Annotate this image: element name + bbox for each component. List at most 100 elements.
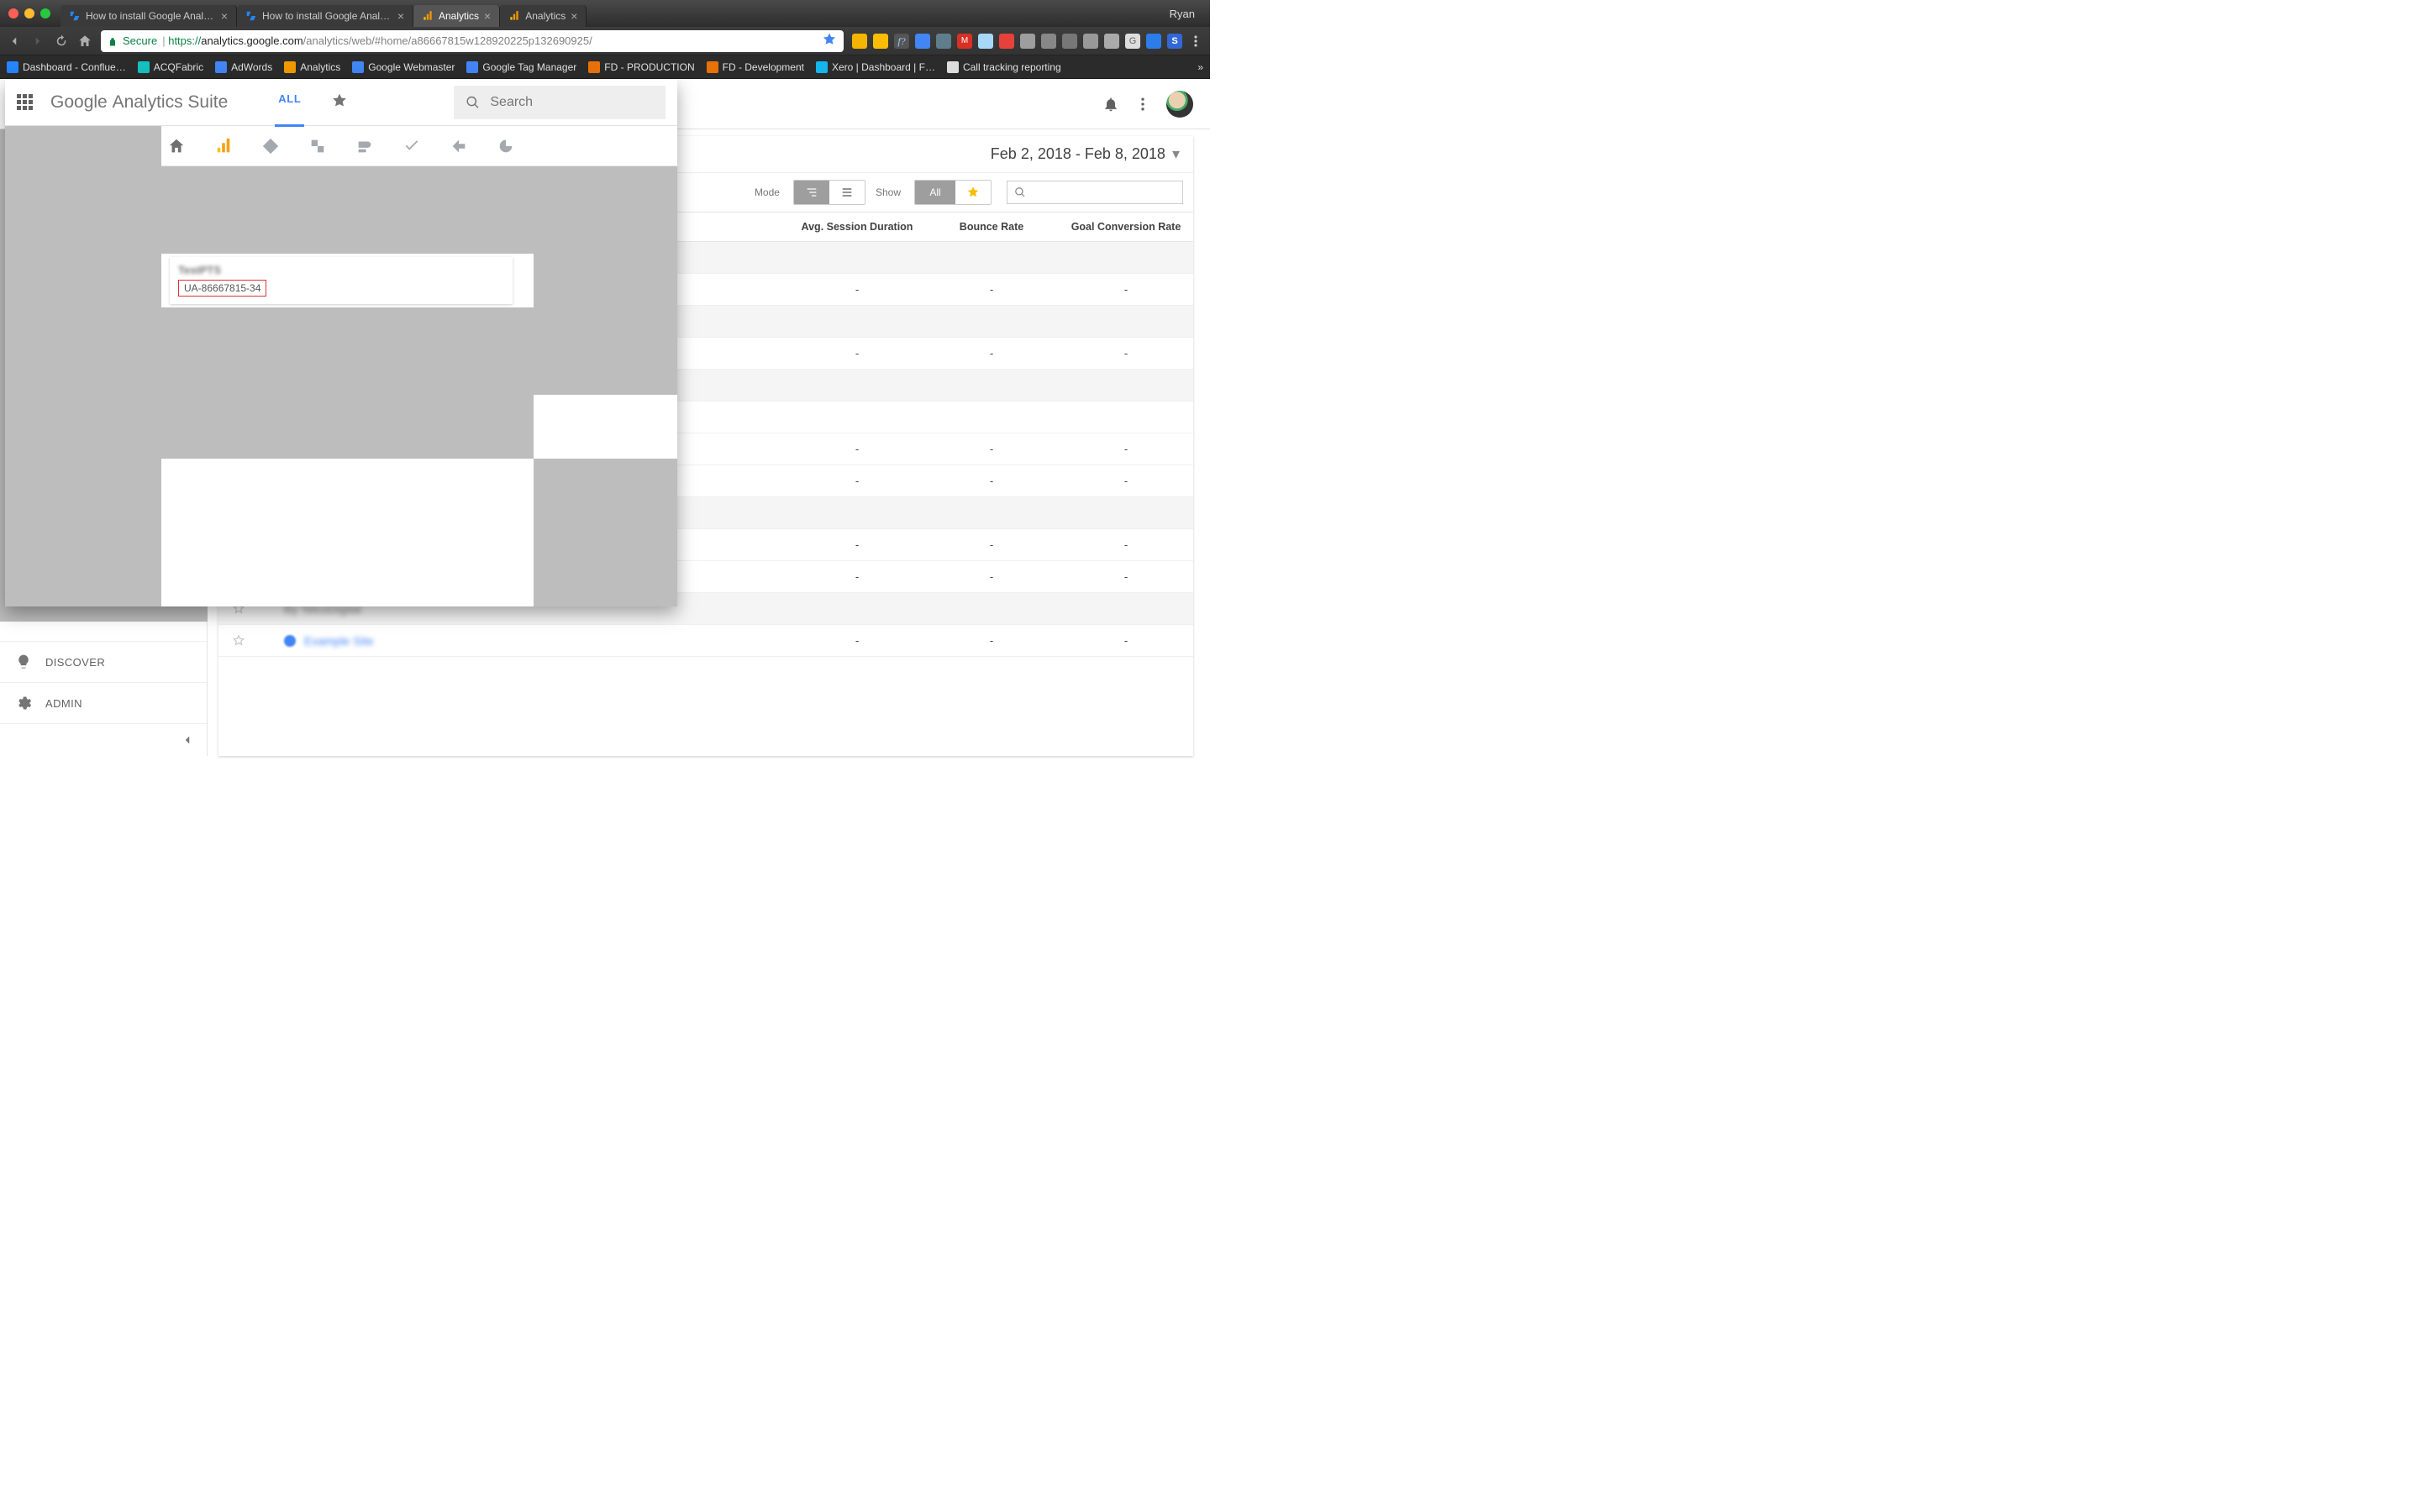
cell-avg-session: - xyxy=(790,538,924,551)
lightbulb-icon xyxy=(15,654,32,670)
sidebar-item-discover[interactable]: DISCOVER xyxy=(0,641,207,682)
ext-icon[interactable]: f? xyxy=(894,34,909,49)
overlay-tab-all[interactable]: ALL xyxy=(275,77,304,127)
bookmark-item[interactable]: AdWords xyxy=(215,61,272,73)
browser-tab[interactable]: How to install Google Analytic × xyxy=(237,5,413,27)
secure-label: Secure xyxy=(123,34,157,47)
col-goal-conv[interactable]: Goal Conversion Rate xyxy=(1059,213,1193,241)
surveys-icon[interactable] xyxy=(402,137,421,155)
chrome-menu-icon[interactable] xyxy=(1188,34,1203,49)
bookmark-item[interactable]: Dashboard - Conflue… xyxy=(7,61,126,73)
ext-icon[interactable]: M xyxy=(957,34,972,49)
show-all-label: All xyxy=(929,186,940,198)
bookmark-favicon xyxy=(284,61,296,73)
close-tab-icon[interactable]: × xyxy=(397,10,404,22)
ext-icon[interactable] xyxy=(1062,34,1077,49)
ext-icon[interactable]: G xyxy=(1125,34,1140,49)
sidebar-item-admin[interactable]: ADMIN xyxy=(0,682,207,723)
col-bounce-rate[interactable]: Bounce Rate xyxy=(924,213,1059,241)
bookmark-label: Call tracking reporting xyxy=(963,61,1061,73)
bookmark-label: Google Tag Manager xyxy=(482,61,576,73)
sidebar-collapse[interactable] xyxy=(0,723,207,756)
show-all-button[interactable]: All xyxy=(915,181,955,204)
close-tab-icon[interactable]: × xyxy=(221,10,228,22)
overlay-search[interactable] xyxy=(454,86,666,119)
suite-switcher-overlay: Google Analytics Suite ALL xyxy=(5,79,677,606)
reload-button[interactable] xyxy=(54,34,69,49)
bookmark-favicon xyxy=(352,61,364,73)
macos-menu-user[interactable]: Ryan xyxy=(1170,8,1202,20)
ext-icon[interactable] xyxy=(999,34,1014,49)
optimize-icon[interactable] xyxy=(308,137,327,155)
bookmark-favicon xyxy=(215,61,227,73)
mode-tree-button[interactable] xyxy=(794,181,829,204)
cell-bounce: - xyxy=(924,538,1059,551)
bookmark-item[interactable]: Google Tag Manager xyxy=(466,61,576,73)
cell-avg-session: - xyxy=(790,634,924,647)
show-label: Show xyxy=(876,186,901,198)
bookmark-item[interactable]: ACQFabric xyxy=(138,61,203,73)
bookmark-item[interactable]: Call tracking reporting xyxy=(947,61,1061,73)
audience-icon[interactable] xyxy=(497,137,515,155)
attribution-icon[interactable] xyxy=(450,137,468,155)
show-starred-button[interactable] xyxy=(955,181,991,204)
bookmark-item[interactable]: Analytics xyxy=(284,61,340,73)
ext-icon[interactable] xyxy=(1146,34,1161,49)
maximize-window[interactable] xyxy=(40,8,50,18)
cell-avg-session: - xyxy=(790,347,924,360)
avatar[interactable] xyxy=(1166,91,1193,118)
ext-icon[interactable] xyxy=(915,34,930,49)
table-row[interactable]: Example Site - - - xyxy=(218,625,1193,657)
search-icon xyxy=(466,94,480,111)
property-card[interactable]: TestPTS UA-86667815-34 xyxy=(170,257,513,304)
bookmark-item[interactable]: Xero | Dashboard | F… xyxy=(816,61,935,73)
bookmark-star-icon[interactable] xyxy=(822,32,837,50)
tagmanager-icon[interactable] xyxy=(261,137,280,155)
datastudio-icon[interactable] xyxy=(355,137,374,155)
ext-icon[interactable] xyxy=(1104,34,1119,49)
more-menu-icon[interactable] xyxy=(1134,96,1151,113)
chevron-left-icon xyxy=(180,732,195,748)
address-bar[interactable]: Secure | https://analytics.google.com/an… xyxy=(101,30,844,52)
close-tab-icon[interactable]: × xyxy=(571,10,577,22)
ext-icon[interactable] xyxy=(1020,34,1035,49)
home-button[interactable] xyxy=(77,34,92,49)
property-name-blurred: TestPTS xyxy=(178,264,504,276)
col-avg-session[interactable]: Avg. Session Duration xyxy=(790,213,924,241)
back-button[interactable] xyxy=(7,34,22,49)
browser-tab[interactable]: Analytics × xyxy=(413,5,500,27)
mode-flat-button[interactable] xyxy=(829,181,865,204)
home-icon[interactable] xyxy=(167,137,186,155)
bookmark-item[interactable]: FD - Development xyxy=(707,61,804,73)
minimize-window[interactable] xyxy=(24,8,34,18)
gear-icon xyxy=(15,695,32,711)
ext-icon[interactable] xyxy=(936,34,951,49)
ext-icon[interactable] xyxy=(978,34,993,49)
bookmark-item[interactable]: FD - PRODUCTION xyxy=(588,61,694,73)
table-filter-input[interactable] xyxy=(1007,181,1183,204)
browser-tab[interactable]: Analytics × xyxy=(500,5,587,27)
bookmark-item[interactable]: Google Webmaster xyxy=(352,61,455,73)
bookmarks-overflow[interactable]: » xyxy=(1197,61,1203,73)
close-window[interactable] xyxy=(8,8,18,18)
url-proto: https:// xyxy=(168,34,201,47)
cell-avg-session: - xyxy=(790,443,924,455)
ext-icon[interactable] xyxy=(852,34,867,49)
favicon xyxy=(69,10,81,22)
star-toggle[interactable] xyxy=(218,633,259,648)
overlay-tab-starred[interactable] xyxy=(328,77,351,127)
browser-tab[interactable]: How to install Google Analytic × xyxy=(60,5,237,27)
close-tab-icon[interactable]: × xyxy=(484,10,491,22)
bookmark-favicon xyxy=(7,61,18,73)
ext-icon[interactable] xyxy=(1041,34,1056,49)
row-name-blurred: Example Site xyxy=(304,634,373,648)
overlay-search-input[interactable] xyxy=(490,95,654,110)
cell-goal: - xyxy=(1059,570,1193,583)
ext-icon[interactable] xyxy=(873,34,888,49)
notifications-icon[interactable] xyxy=(1102,96,1119,113)
forward-button[interactable] xyxy=(30,34,45,49)
ext-icon[interactable] xyxy=(1083,34,1098,49)
apps-grid-icon[interactable] xyxy=(17,94,34,111)
analytics-icon[interactable] xyxy=(214,137,233,155)
ext-icon[interactable]: S xyxy=(1167,34,1182,49)
